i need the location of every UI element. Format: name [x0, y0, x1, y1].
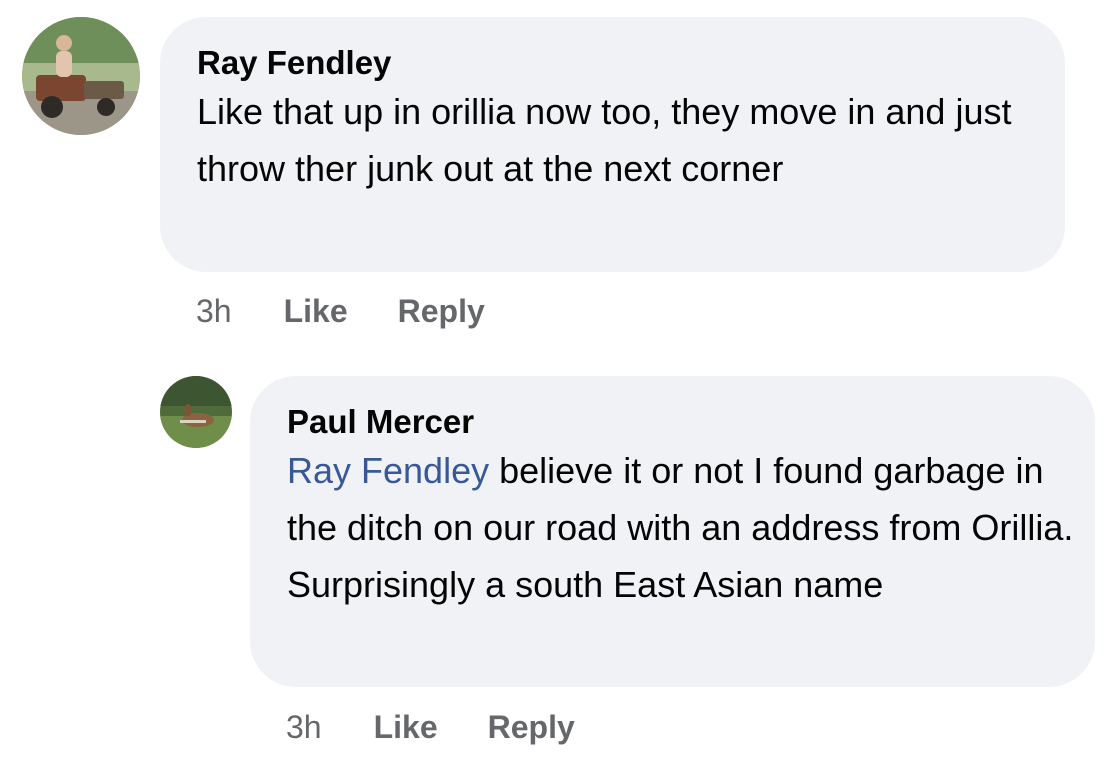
comment-author[interactable]: Ray Fendley: [197, 43, 1065, 83]
commenter-avatar[interactable]: [22, 17, 140, 135]
reply-button[interactable]: Reply: [488, 709, 575, 746]
user-avatar-photo-icon: [160, 376, 232, 448]
mention-link[interactable]: Ray Fendley: [287, 450, 489, 491]
reply-timestamp[interactable]: 3h: [286, 709, 322, 746]
comment-text: Like that up in orillia now too, they mo…: [197, 91, 1012, 189]
reply-bubble: Paul Mercer Ray Fendley believe it or no…: [250, 376, 1095, 687]
comment-bubble: Ray Fendley Like that up in orillia now …: [160, 17, 1065, 272]
like-button[interactable]: Like: [284, 293, 348, 330]
comment-actions: 3h Like Reply: [196, 290, 535, 332]
replier-avatar[interactable]: [160, 376, 232, 448]
reply-author[interactable]: Paul Mercer: [287, 402, 1095, 442]
reply-text-line2: Surprisingly a south East Asian name: [287, 564, 884, 605]
reply-actions: 3h Like Reply: [286, 706, 625, 748]
reply-text: Ray Fendley believe it or not I found ga…: [287, 442, 1077, 613]
user-avatar-photo-icon: [22, 17, 140, 135]
comment-timestamp[interactable]: 3h: [196, 293, 232, 330]
reply-button[interactable]: Reply: [398, 293, 485, 330]
like-button[interactable]: Like: [374, 709, 438, 746]
